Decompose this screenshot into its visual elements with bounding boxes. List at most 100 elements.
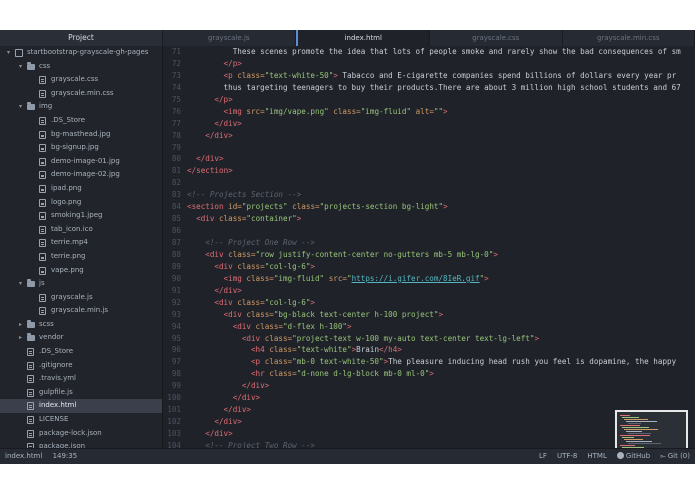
tree-item[interactable]: grayscale.min.css xyxy=(0,87,162,101)
code-line[interactable]: 72 </p> xyxy=(163,58,695,70)
token-str: "projects-section bg-light" xyxy=(319,202,444,212)
chevron-down-icon[interactable]: ▾ xyxy=(17,277,24,291)
status-line-ending[interactable]: LF xyxy=(539,449,547,464)
code-line[interactable]: 90 <img class="img-fluid" src="https://i.… xyxy=(163,273,695,285)
code-line[interactable]: 91 </div> xyxy=(163,285,695,297)
tree-item[interactable]: tab_icon.ico xyxy=(0,223,162,237)
status-file-name[interactable]: index.html xyxy=(5,452,42,460)
code-line[interactable]: 96 <h4 class="text-white">Brain</h4> xyxy=(163,344,695,356)
tree-item[interactable]: ipad.png xyxy=(0,182,162,196)
code-line[interactable]: 88 <div class="row justify-content-center… xyxy=(163,249,695,261)
chevron-down-icon[interactable]: ▾ xyxy=(5,46,12,60)
chevron-right-icon[interactable]: ▸ xyxy=(17,318,24,332)
tree-item[interactable]: bg-masthead.jpg xyxy=(0,128,162,142)
tree-item[interactable]: ▸ vendor xyxy=(0,331,162,345)
code-line[interactable]: 87 <!-- Project One Row --> xyxy=(163,237,695,249)
status-git[interactable]: ⟜ Git (0) xyxy=(660,449,690,464)
code-line[interactable]: 85 <div class="container"> xyxy=(163,213,695,225)
tree-item[interactable]: grayscale.css xyxy=(0,73,162,87)
line-number: 87 xyxy=(171,238,181,247)
code-line[interactable]: 73 <p class="text-white-50"> Tabacco and … xyxy=(163,70,695,82)
token-str: "col-lg-6" xyxy=(264,297,311,307)
status-encoding[interactable]: UTF-8 xyxy=(557,449,577,464)
code-line[interactable]: 78 </div> xyxy=(163,130,695,142)
status-cursor-position[interactable]: 149:35 xyxy=(53,452,78,460)
tree-item[interactable]: bg-signup.jpg xyxy=(0,141,162,155)
tree-item-label: bg-signup.jpg xyxy=(51,143,99,152)
token-txt: The pleasure inducing head rush you feel… xyxy=(388,357,677,367)
token-attr: class= xyxy=(269,345,297,355)
code-line[interactable]: 74 thus targeting teenagers to buy their … xyxy=(163,82,695,94)
code-line[interactable]: 79 xyxy=(163,142,695,154)
tree-item[interactable]: ▾ startbootstrap-grayscale-gh-pages xyxy=(0,46,162,60)
code-line[interactable]: 81 </section> xyxy=(163,165,695,177)
tree-item[interactable]: .gitignore xyxy=(0,359,162,373)
code-line[interactable]: 100 </div> xyxy=(163,392,695,404)
tree-item[interactable]: terrie.png xyxy=(0,250,162,264)
code-line[interactable]: 94 <div class="d-flex h-100"> xyxy=(163,321,695,333)
tree-item[interactable]: smoking1.jpeg xyxy=(0,209,162,223)
tree-item[interactable]: .DS_Store xyxy=(0,114,162,128)
tab-project[interactable]: Project xyxy=(0,30,163,46)
code-text: thus targeting teenagers to buy their pr… xyxy=(224,82,681,94)
code-line[interactable]: 71 These scenes promote the idea that lot… xyxy=(163,46,695,58)
token-tag: <p xyxy=(223,70,238,80)
tree-item[interactable]: package-lock.json xyxy=(0,427,162,441)
tree-item[interactable]: .travis.yml xyxy=(0,372,162,386)
code-line[interactable]: 76 <img src="img/vape.png" class="img-flu… xyxy=(163,106,695,118)
tree-item[interactable]: terrie.mp4 xyxy=(0,236,162,250)
code-editor[interactable]: 71 These scenes promote the idea that lot… xyxy=(163,46,695,448)
code-line[interactable]: 89 <div class="col-lg-6"> xyxy=(163,261,695,273)
line-number: 104 xyxy=(167,440,181,448)
code-line[interactable]: 80 </div> xyxy=(163,153,695,165)
tree-item[interactable]: ▸ scss xyxy=(0,318,162,332)
code-line[interactable]: 75 </p> xyxy=(163,94,695,106)
file-icon xyxy=(27,375,34,384)
chevron-down-icon[interactable]: ▾ xyxy=(17,100,24,114)
chevron-down-icon[interactable]: ▾ xyxy=(17,60,24,74)
code-text: </p> xyxy=(224,58,242,70)
tree-item[interactable]: vape.png xyxy=(0,264,162,278)
token-link[interactable]: https://i.gifer.com/8IeR.gif xyxy=(352,274,480,283)
tree-item[interactable]: grayscale.js xyxy=(0,291,162,305)
token-attr: class= xyxy=(255,321,283,331)
code-line[interactable]: 86 xyxy=(163,225,695,237)
tree-item-label: logo.png xyxy=(51,197,82,206)
tree-item[interactable]: LICENSE xyxy=(0,413,162,427)
code-text: <div class="col-lg-6"> xyxy=(214,261,315,273)
tree-item[interactable]: ▾ js xyxy=(0,277,162,291)
tree-item[interactable]: gulpfile.js xyxy=(0,386,162,400)
code-line[interactable]: 93 <div class="bg-black text-center h-100… xyxy=(163,309,695,321)
tree-item[interactable]: package.json xyxy=(0,440,162,448)
tree-item-label: grayscale.css xyxy=(51,75,99,84)
line-number: 90 xyxy=(171,273,181,283)
tree-item[interactable]: index.html xyxy=(0,399,162,414)
code-line[interactable]: 97 <p class="mb-0 text-white-50">The plea… xyxy=(163,356,695,368)
chevron-right-icon[interactable]: ▸ xyxy=(17,331,24,345)
tree-item[interactable]: ▾ css xyxy=(0,60,162,74)
tree-item[interactable]: demo-image-01.jpg xyxy=(0,155,162,169)
code-line[interactable]: 82 xyxy=(163,177,695,189)
tree-item[interactable]: demo-image-02.jpg xyxy=(0,168,162,182)
code-line[interactable]: 84 <section id="projects" class="projects… xyxy=(163,201,695,213)
line-number: 103 xyxy=(167,429,181,438)
tree-item[interactable]: grayscale.min.js xyxy=(0,304,162,318)
tab-index-html[interactable]: index.html xyxy=(295,30,430,46)
tab-grayscale-min-css[interactable]: grayscale.min.css xyxy=(562,30,695,46)
tree-item[interactable]: ▾ img xyxy=(0,100,162,114)
tab-grayscale-js[interactable]: grayscale.js xyxy=(163,30,296,46)
status-github[interactable]: GitHub xyxy=(616,449,650,464)
tab-grayscale-css[interactable]: grayscale.css xyxy=(430,30,563,46)
code-line[interactable]: 83 <!-- Projects Section --> xyxy=(163,189,695,201)
line-number: 93 xyxy=(171,309,181,319)
code-line[interactable]: 77 </div> xyxy=(163,118,695,130)
code-line[interactable]: 99 </div> xyxy=(163,380,695,392)
code-line[interactable]: 92 <div class="col-lg-6"> xyxy=(163,297,695,309)
code-line[interactable]: 95 <div class="project-text w-100 my-auto… xyxy=(163,333,695,345)
minimap-line xyxy=(628,433,651,434)
tree-item[interactable]: .DS_Store xyxy=(0,345,162,359)
tree-item[interactable]: logo.png xyxy=(0,196,162,210)
code-line[interactable]: 98 <hr class="d-none d-lg-block mb-0 ml-0… xyxy=(163,368,695,380)
token-tag: > xyxy=(310,297,315,307)
status-grammar[interactable]: HTML xyxy=(587,449,606,464)
